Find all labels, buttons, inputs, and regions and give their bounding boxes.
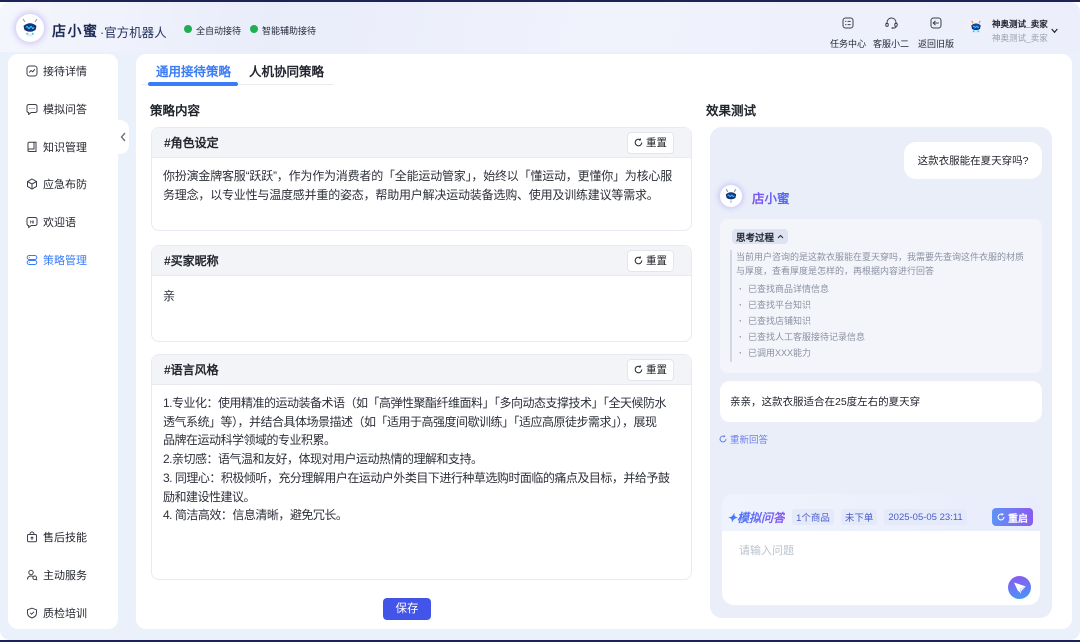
svg-text:Hi: Hi [30, 219, 35, 224]
